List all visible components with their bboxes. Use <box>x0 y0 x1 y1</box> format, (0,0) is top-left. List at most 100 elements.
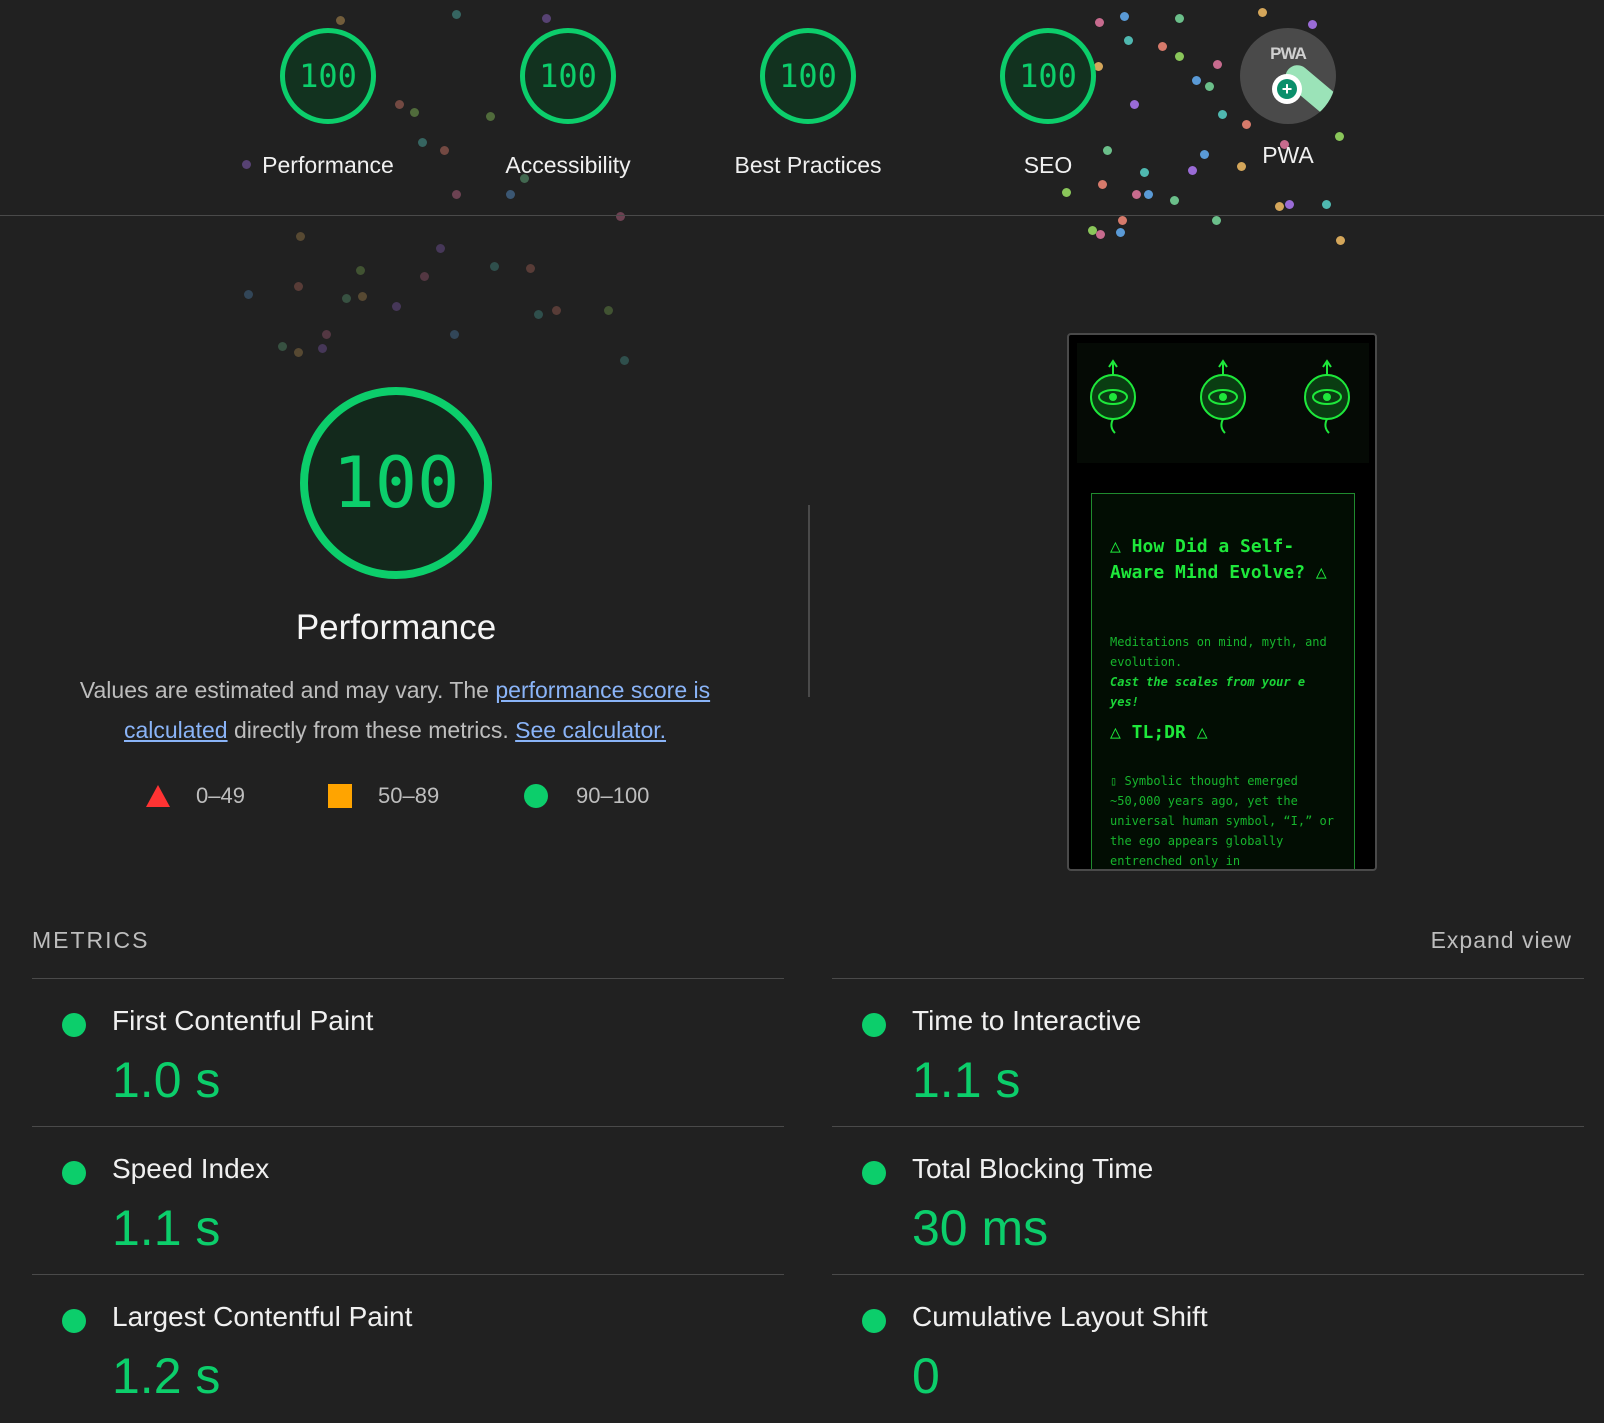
category-gauges-bar: 100 Performance 100 Accessibility 100 Be… <box>0 0 1604 245</box>
confetti-dot <box>1158 42 1167 51</box>
metrics-heading: METRICS <box>32 927 150 953</box>
metric-label: Largest Contentful Paint <box>112 1301 413 1332</box>
confetti-dot <box>1098 180 1107 189</box>
eye-emblem-icon <box>1200 359 1246 434</box>
gauge-label: Best Practices <box>734 152 882 178</box>
confetti-dot <box>542 14 551 23</box>
metric-value: 1.1 s <box>112 1200 221 1256</box>
expand-view-button[interactable]: Expand view <box>1431 927 1572 954</box>
confetti-dot <box>1336 236 1345 245</box>
metric-value: 0 <box>912 1348 940 1404</box>
pass-circle-icon <box>524 784 548 808</box>
metric-largest-contentful-paint: Largest Contentful Paint 1.2 s <box>32 1274 784 1423</box>
confetti-dot <box>620 356 629 365</box>
description-text: Values are estimated and may vary. The <box>79 677 496 703</box>
gauge-accessibility[interactable]: 100 Accessibility <box>468 28 668 179</box>
gauge-label: PWA <box>1262 142 1314 168</box>
final-screenshot[interactable]: △ How Did a Self-Aware Mind Evolve? △ Me… <box>1067 333 1377 871</box>
confetti-dot <box>318 344 327 353</box>
metric-first-contentful-paint: First Contentful Paint 1.0 s <box>32 978 784 1127</box>
confetti-dot <box>294 348 303 357</box>
metric-label: First Contentful Paint <box>112 1005 374 1036</box>
confetti-dot <box>604 306 613 315</box>
average-square-icon <box>328 784 352 808</box>
legend-pass: 90–100 <box>524 781 649 811</box>
confetti-dot <box>244 290 253 299</box>
confetti-dot <box>552 306 561 315</box>
pass-circle-icon <box>62 1161 86 1185</box>
metric-cumulative-layout-shift: Cumulative Layout Shift 0 <box>832 1274 1584 1423</box>
metric-value: 1.1 s <box>912 1052 1021 1108</box>
confetti-dot <box>1120 12 1129 21</box>
confetti-dot <box>452 10 461 19</box>
pwa-badge-icon: PWA <box>1240 28 1336 124</box>
metric-label: Total Blocking Time <box>912 1153 1154 1184</box>
performance-score-gauge: 100 <box>300 387 492 579</box>
metric-total-blocking-time: Total Blocking Time 30 ms <box>832 1126 1584 1275</box>
eye-emblem-icon <box>1304 359 1350 434</box>
gauge-score: 100 <box>280 28 376 124</box>
gauge-label: Performance <box>262 152 394 178</box>
gauge-score: 100 <box>520 28 616 124</box>
confetti-dot <box>392 302 401 311</box>
confetti-dot <box>616 212 625 221</box>
gauge-seo[interactable]: 100 SEO <box>948 28 1148 179</box>
metric-speed-index: Speed Index 1.1 s <box>32 1126 784 1275</box>
pass-circle-icon <box>62 1013 86 1037</box>
confetti-dot <box>1096 230 1105 239</box>
legend-fail: 0–49 <box>146 781 245 811</box>
pass-circle-icon <box>862 1013 886 1037</box>
metric-value: 1.0 s <box>112 1052 221 1108</box>
confetti-dot <box>1132 190 1141 199</box>
vertical-divider <box>808 505 810 697</box>
confetti-dot <box>1170 196 1179 205</box>
eye-emblem-icon <box>1090 359 1136 434</box>
confetti-dot <box>322 330 331 339</box>
confetti-dot <box>1258 8 1267 17</box>
pass-circle-icon <box>862 1161 886 1185</box>
fail-triangle-icon <box>146 785 170 807</box>
gauge-score: 100 <box>1000 28 1096 124</box>
screenshot-title: △ How Did a Self-Aware Mind Evolve? △ <box>1110 536 1327 583</box>
gauge-label: Accessibility <box>505 152 631 178</box>
performance-title: Performance <box>295 608 497 647</box>
confetti-dot <box>1212 216 1221 225</box>
description-text: directly from these metrics. <box>227 717 516 743</box>
confetti-dot <box>1275 202 1284 211</box>
gauge-best-practices[interactable]: 100 Best Practices <box>708 28 908 179</box>
confetti-dot <box>1116 228 1125 237</box>
metric-value: 1.2 s <box>112 1348 221 1404</box>
confetti-dot <box>296 232 305 241</box>
metric-value: 30 ms <box>912 1200 1049 1256</box>
calculator-link[interactable]: See calculator. <box>515 717 666 743</box>
confetti-dot <box>436 244 445 253</box>
install-plus-icon <box>1272 74 1302 104</box>
metric-label: Cumulative Layout Shift <box>912 1301 1208 1332</box>
confetti-dot <box>1118 216 1127 225</box>
gauge-score: 100 <box>760 28 856 124</box>
legend-average: 50–89 <box>328 781 439 811</box>
confetti-dot <box>452 190 461 199</box>
confetti-dot <box>450 330 459 339</box>
screenshot-tldr: △ TL;DR △ <box>1110 722 1208 743</box>
confetti-dot <box>420 272 429 281</box>
confetti-dot <box>1095 18 1104 27</box>
metric-label: Speed Index <box>112 1153 270 1184</box>
gauge-performance[interactable]: 100 Performance <box>228 28 428 179</box>
header-divider <box>0 215 1604 216</box>
legend-range: 50–89 <box>378 783 440 808</box>
confetti-dot <box>1322 200 1331 209</box>
confetti-dot <box>1285 200 1294 209</box>
screenshot-card: △ How Did a Self-Aware Mind Evolve? △ Me… <box>1091 493 1355 869</box>
legend-range: 90–100 <box>576 783 650 808</box>
confetti-dot <box>1175 52 1184 61</box>
legend-range: 0–49 <box>196 783 245 808</box>
confetti-dot <box>526 264 535 273</box>
confetti-dot <box>356 266 365 275</box>
screenshot-tagline: Cast the scales from your e yes! <box>1110 675 1306 709</box>
screenshot-header <box>1077 343 1369 463</box>
pass-circle-icon <box>862 1309 886 1333</box>
gauge-pwa[interactable]: PWA PWA <box>1188 28 1388 169</box>
metric-label: Time to Interactive <box>912 1005 1142 1036</box>
pwa-badge-text: PWA <box>1270 44 1307 63</box>
